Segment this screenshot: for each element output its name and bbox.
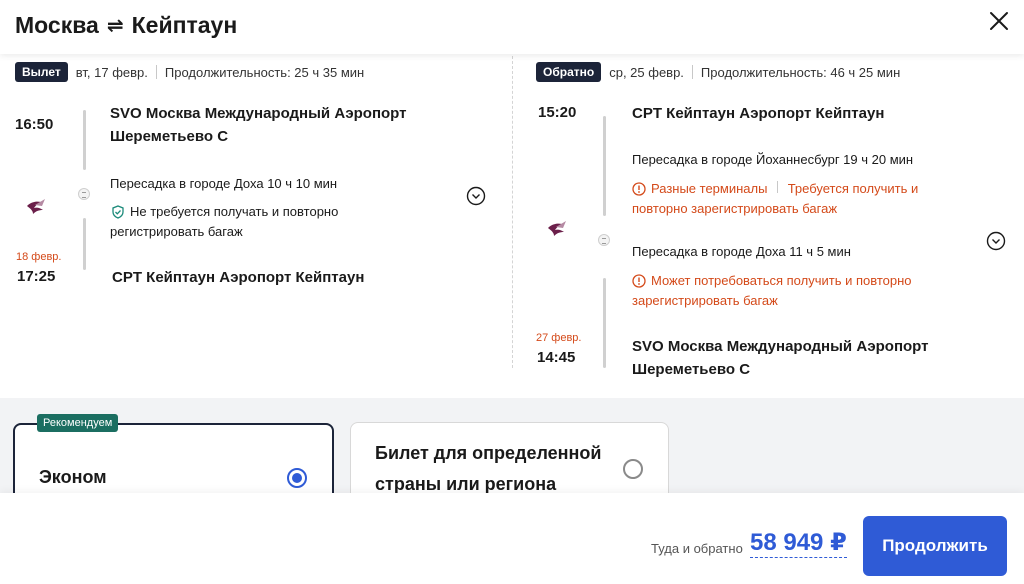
- tariff-region-title: Билет для определенной страны или регион…: [375, 438, 601, 500]
- route-title: Москва ⇌ Кейптаун: [15, 12, 237, 39]
- warning-text: Разные терминалы: [651, 181, 768, 196]
- title-line: Билет для определенной: [375, 443, 602, 463]
- shield-check-icon: [112, 205, 124, 219]
- warning-icon: [632, 274, 646, 288]
- timeline-bar: [83, 110, 86, 170]
- timeline-bar: [603, 116, 606, 216]
- warning-icon: [632, 182, 646, 196]
- close-icon[interactable]: [986, 8, 1012, 34]
- inbound-warning-1: Разные терминалы Требуется получить и: [651, 179, 918, 199]
- destination-city: Кейптаун: [131, 12, 238, 38]
- inbound-transfer-2: Пересадка в городе Доха 11 ч 5 мин: [632, 244, 851, 259]
- divider: [155, 65, 157, 79]
- inbound-warning-2: Может потребоваться получить и повторно: [651, 273, 912, 288]
- airline-logo-icon: [27, 199, 45, 214]
- outbound-arrival-date: 18 февр.: [16, 251, 62, 263]
- outbound-arrival-time: 17:25: [17, 268, 56, 285]
- inbound-transfer-1: Пересадка в городе Йоханнесбург 19 ч 20 …: [632, 152, 914, 167]
- divider: [777, 181, 779, 193]
- transfer-dot: [78, 188, 90, 200]
- note-line: Не требуется получать и повторно: [130, 204, 339, 219]
- inbound-arrival-airport: SVO Москва Международный Аэропорт Шереме…: [632, 335, 928, 381]
- outbound-date: вт, 17 февр.: [75, 64, 148, 80]
- outbound-departure-time: 16:50: [15, 116, 54, 133]
- inbound-warning-1-line2: повторно зарегистрировать багаж: [632, 201, 838, 216]
- outbound-departure-airport: SVO Москва Международный Аэропорт Шереме…: [110, 102, 406, 148]
- inbound-arrival-time: 14:45: [537, 349, 576, 366]
- inbound-arrival-date: 27 февр.: [536, 332, 582, 344]
- radio-selected-dot: [292, 473, 302, 483]
- chevron-down-icon[interactable]: [986, 231, 1006, 251]
- recommended-badge: Рекомендуем: [37, 414, 119, 432]
- airport-line: Шереметьево С: [632, 361, 751, 378]
- outbound-header: Вылет вт, 17 февр. Продолжительность: 25…: [15, 62, 364, 82]
- outbound-arrival-airport: CPT Кейптаун Аэропорт Кейптаун: [112, 269, 365, 286]
- inbound-departure-airport: CPT Кейптаун Аэропорт Кейптаун: [632, 105, 885, 122]
- airport-line: SVO Москва Международный Аэропорт: [110, 105, 407, 122]
- tariff-economy-title: Эконом: [39, 467, 107, 487]
- timeline-bar: [603, 278, 606, 368]
- airport-line: Шереметьево С: [110, 128, 229, 145]
- outbound-baggage-note: Не требуется получать и повторно: [130, 202, 338, 222]
- transfer-dot: [598, 234, 610, 246]
- origin-city: Москва: [15, 12, 99, 38]
- region-radio[interactable]: [623, 459, 643, 479]
- economy-radio[interactable]: [287, 468, 307, 488]
- timeline-bar: [83, 218, 86, 270]
- inbound-departure-time: 15:20: [538, 104, 577, 121]
- segments-divider: [512, 56, 513, 368]
- airport-line: SVO Москва Международный Аэропорт: [632, 338, 929, 355]
- outbound-baggage-note-2: регистрировать багаж: [110, 224, 243, 239]
- swap-arrows-icon: ⇌: [106, 15, 124, 37]
- inbound-duration: Продолжительность: 46 ч 25 мин: [700, 64, 901, 80]
- outbound-duration: Продолжительность: 25 ч 35 мин: [164, 64, 365, 80]
- warning-text: Требуется получить и: [787, 181, 919, 196]
- inbound-date: ср, 25 февр.: [609, 64, 684, 80]
- inbound-header: Обратно ср, 25 февр. Продолжительность: …: [536, 62, 900, 82]
- chevron-down-icon[interactable]: [466, 186, 486, 206]
- divider: [691, 65, 693, 79]
- header: Москва ⇌ Кейптаун: [0, 0, 1024, 54]
- airline-logo-icon: [548, 221, 566, 236]
- outbound-chip: Вылет: [15, 62, 68, 82]
- outbound-transfer: Пересадка в городе Доха 10 ч 10 мин: [110, 176, 338, 191]
- total-price[interactable]: 58 949 ₽: [750, 529, 847, 558]
- inbound-chip: Обратно: [536, 62, 602, 82]
- inbound-warning-2-line2: зарегистрировать багаж: [632, 293, 778, 308]
- continue-button[interactable]: Продолжить: [863, 516, 1007, 576]
- total-label: Туда и обратно: [651, 541, 743, 556]
